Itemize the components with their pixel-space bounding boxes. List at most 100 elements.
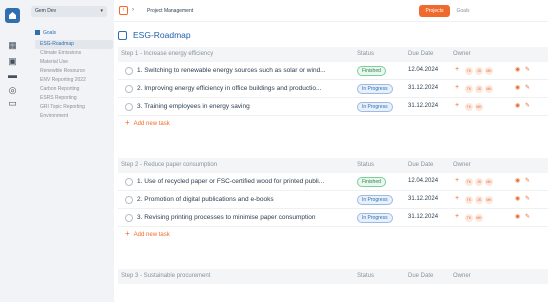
add-task-button[interactable]: + Add new task bbox=[118, 116, 548, 130]
edit-color-icon[interactable]: ◉ bbox=[515, 84, 520, 91]
status-badge[interactable]: In Progress bbox=[357, 84, 393, 94]
status-badge[interactable]: In Progress bbox=[357, 102, 393, 112]
sidebar-item-esg-roadmap[interactable]: ESG-Roadmap bbox=[35, 40, 113, 49]
column-status: Status bbox=[357, 51, 375, 57]
task-row[interactable]: 2. Promotion of digital publications and… bbox=[118, 191, 548, 209]
edit-color-icon[interactable]: ◉ bbox=[515, 177, 520, 184]
owner-avatar[interactable]: TK bbox=[465, 85, 473, 93]
grid-icon[interactable]: ▦ bbox=[7, 41, 18, 50]
sidebar-item-climate-emissions[interactable]: Climate Emissions bbox=[35, 49, 113, 58]
settings-icon[interactable]: ◎ bbox=[7, 86, 18, 95]
task-title[interactable]: 1. Switching to renewable energy sources… bbox=[137, 67, 349, 74]
tab-projects[interactable]: Projects bbox=[419, 5, 450, 17]
add-task-label: Add new task bbox=[133, 232, 170, 238]
pencil-icon[interactable]: ✎ bbox=[525, 102, 530, 109]
pencil-icon[interactable]: ✎ bbox=[525, 84, 530, 91]
sidebar-item-env-reporting[interactable]: ENV Reporting 2022 bbox=[35, 76, 113, 85]
status-badge[interactable]: Finished bbox=[357, 66, 386, 76]
status-badge[interactable]: Finished bbox=[357, 177, 386, 187]
forward-button[interactable]: › bbox=[132, 7, 134, 13]
owner-avatar[interactable]: JS bbox=[475, 67, 483, 75]
step-title: Step 3 - Sustainable procurement bbox=[121, 273, 211, 279]
task-row[interactable]: 1. Switching to renewable energy sources… bbox=[118, 62, 548, 80]
home-logo-icon[interactable] bbox=[5, 8, 20, 23]
pencil-icon[interactable]: ✎ bbox=[525, 195, 530, 202]
add-owner-icon[interactable]: + bbox=[455, 177, 459, 184]
task-checkbox[interactable] bbox=[125, 196, 133, 204]
sidebar-item-gri-topic-reporting[interactable]: GRI Topic Reporting bbox=[35, 103, 113, 112]
add-owner-icon[interactable]: + bbox=[455, 102, 459, 109]
status-badge[interactable]: In Progress bbox=[357, 213, 393, 223]
owner-avatar[interactable]: MK bbox=[485, 85, 493, 93]
task-row[interactable]: 2. Improving energy efficiency in office… bbox=[118, 80, 548, 98]
edit-color-icon[interactable]: ◉ bbox=[515, 102, 520, 109]
add-owner-icon[interactable]: + bbox=[455, 66, 459, 73]
owner-avatar[interactable]: TK bbox=[465, 103, 473, 111]
edit-color-icon[interactable]: ◉ bbox=[515, 66, 520, 73]
workspace-selector[interactable]: Gem Dev ▾ bbox=[31, 6, 107, 17]
owner-avatar[interactable]: MK bbox=[475, 103, 483, 111]
pencil-icon[interactable]: ✎ bbox=[525, 66, 530, 73]
task-checkbox[interactable] bbox=[125, 214, 133, 222]
owner-avatar[interactable]: MK bbox=[475, 214, 483, 222]
top-bar: ‹ › Project Management Projects Goals bbox=[114, 0, 548, 22]
sidebar-item-environment[interactable]: Environment bbox=[35, 112, 113, 121]
due-date: 31.12.2024 bbox=[408, 85, 439, 91]
task-row[interactable]: 3. Training employees in energy saving In… bbox=[118, 98, 548, 116]
briefcase-icon[interactable]: ▬ bbox=[7, 71, 18, 80]
box-icon[interactable]: ▣ bbox=[7, 57, 18, 66]
owner-avatar[interactable]: TK bbox=[465, 178, 473, 186]
task-checkbox[interactable] bbox=[125, 85, 133, 93]
roadmap-checkbox[interactable] bbox=[118, 31, 127, 40]
tab-goals[interactable]: Goals bbox=[452, 5, 474, 17]
step-title: Step 2 - Reduce paper consumption bbox=[121, 162, 218, 168]
task-title[interactable]: 3. Training employees in energy saving bbox=[137, 103, 349, 110]
column-due-date: Due Date bbox=[408, 51, 434, 57]
pencil-icon[interactable]: ✎ bbox=[525, 213, 530, 220]
sidebar-item-carbon-reporting[interactable]: Carbon Reporting bbox=[35, 85, 113, 94]
task-title[interactable]: 2. Promotion of digital publications and… bbox=[137, 196, 349, 203]
due-date: 31.12.2024 bbox=[408, 103, 439, 109]
sidebar-item-esrs-reporting[interactable]: ESRS Reporting bbox=[35, 94, 113, 103]
back-button[interactable]: ‹ bbox=[119, 6, 128, 15]
main-content: ESG-Roadmap Step 1 - Increase energy eff… bbox=[114, 22, 548, 302]
task-title[interactable]: 1. Use of recycled paper or FSC-certifie… bbox=[137, 178, 349, 185]
goals-list: ESG-Roadmap Climate Emissions Material U… bbox=[35, 40, 113, 121]
sidebar-item-material-use[interactable]: Material Use bbox=[35, 58, 113, 67]
add-owner-icon[interactable]: + bbox=[455, 195, 459, 202]
task-checkbox[interactable] bbox=[125, 178, 133, 186]
add-owner-icon[interactable]: + bbox=[455, 213, 459, 220]
owner-avatar[interactable]: JS bbox=[475, 196, 483, 204]
step-header: Step 2 - Reduce paper consumption Status D… bbox=[118, 158, 548, 173]
owner-avatar[interactable]: TK bbox=[465, 67, 473, 75]
task-row[interactable]: 3. Revising printing processes to minimi… bbox=[118, 209, 548, 227]
due-date: 12.04.2024 bbox=[408, 178, 439, 184]
column-owner: Owner bbox=[453, 162, 471, 168]
add-task-button[interactable]: + Add new task bbox=[118, 227, 548, 241]
goals-header[interactable]: Goals bbox=[35, 30, 56, 36]
status-badge[interactable]: In Progress bbox=[357, 195, 393, 205]
owner-avatar[interactable]: TK bbox=[465, 214, 473, 222]
owner-avatar[interactable]: JS bbox=[475, 178, 483, 186]
task-title[interactable]: 2. Improving energy efficiency in office… bbox=[137, 85, 349, 92]
task-checkbox[interactable] bbox=[125, 67, 133, 75]
column-status: Status bbox=[357, 273, 375, 279]
folder-icon[interactable]: ▭ bbox=[7, 99, 18, 108]
owner-avatar[interactable]: JS bbox=[475, 85, 483, 93]
task-title[interactable]: 3. Revising printing processes to minimi… bbox=[137, 214, 349, 221]
owner-avatar[interactable]: MK bbox=[485, 178, 493, 186]
owner-avatar[interactable]: MK bbox=[485, 67, 493, 75]
add-owner-icon[interactable]: + bbox=[455, 84, 459, 91]
edit-color-icon[interactable]: ◉ bbox=[515, 195, 520, 202]
column-due-date: Due Date bbox=[408, 273, 434, 279]
sidebar: Gem Dev ▾ Goals ESG-Roadmap Climate Emis… bbox=[25, 0, 114, 302]
step-section: Step 3 - Sustainable procurement Status Du… bbox=[118, 269, 548, 284]
owner-avatar[interactable]: MK bbox=[485, 196, 493, 204]
sidebar-item-renewable-resource[interactable]: Renewble Resource bbox=[35, 67, 113, 76]
pencil-icon[interactable]: ✎ bbox=[525, 177, 530, 184]
owner-avatar[interactable]: TK bbox=[465, 196, 473, 204]
icon-rail: ▦ ▣ ▬ ◎ ▭ bbox=[0, 0, 25, 302]
task-row[interactable]: 1. Use of recycled paper or FSC-certifie… bbox=[118, 173, 548, 191]
task-checkbox[interactable] bbox=[125, 103, 133, 111]
edit-color-icon[interactable]: ◉ bbox=[515, 213, 520, 220]
